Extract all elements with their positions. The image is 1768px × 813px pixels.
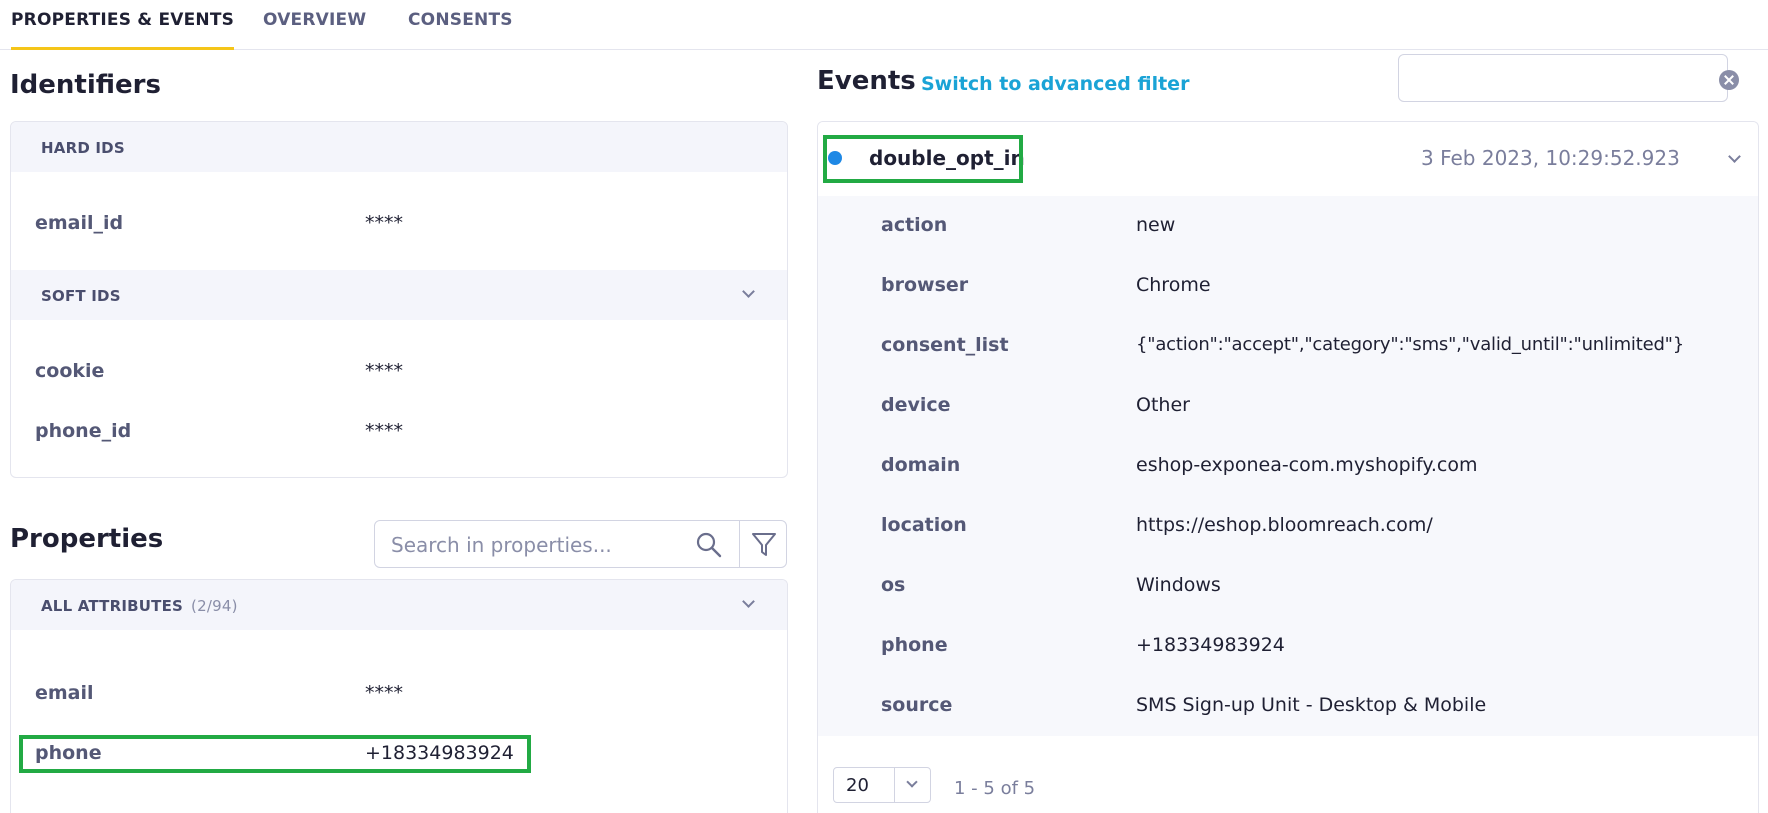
identifier-value-email-id: **** <box>365 212 403 234</box>
page-size-select[interactable]: 20 <box>833 767 931 803</box>
events-title: Events <box>817 66 916 96</box>
tab-overview[interactable]: OVERVIEW <box>263 10 366 50</box>
filter-icon <box>752 533 776 556</box>
event-attr-value-domain: eshop-exponea-com.myshopify.com <box>1136 454 1478 476</box>
event-attr-value-phone: +18334983924 <box>1136 634 1285 656</box>
tab-consents[interactable]: CONSENTS <box>408 10 513 50</box>
event-name-highlight <box>823 135 1023 183</box>
event-attr-value-action: new <box>1136 214 1176 236</box>
event-attr-value-consent-list: {"action":"accept","category":"sms","val… <box>1136 334 1685 355</box>
event-attr-key-domain: domain <box>881 454 961 476</box>
all-attributes-label: ALL ATTRIBUTES (2/94) <box>41 597 238 615</box>
identifier-key-cookie: cookie <box>35 360 105 382</box>
identifier-value-cookie: **** <box>365 360 403 382</box>
identifier-key-email-id: email_id <box>35 212 124 234</box>
page-size-value: 20 <box>846 775 869 796</box>
tab-properties-events[interactable]: PROPERTIES & EVENTS <box>11 10 235 50</box>
properties-title: Properties <box>10 524 164 554</box>
properties-filter-button[interactable] <box>739 520 787 568</box>
event-attr-value-location: https://eshop.bloomreach.com/ <box>1136 514 1433 536</box>
all-attributes-header[interactable]: ALL ATTRIBUTES (2/94) <box>11 580 787 630</box>
event-attr-value-browser: Chrome <box>1136 274 1211 296</box>
identifier-value-phone-id: **** <box>365 420 403 442</box>
pagination-range: 1 - 5 of 5 <box>954 778 1036 799</box>
identifiers-title: Identifiers <box>10 70 161 100</box>
page-size-divider <box>894 768 895 802</box>
event-attr-key-os: os <box>881 574 906 596</box>
properties-search-input[interactable] <box>391 531 691 559</box>
tab-bar: PROPERTIES & EVENTS OVERVIEW CONSENTS <box>0 0 1768 50</box>
hard-ids-header: HARD IDS <box>11 122 787 172</box>
all-attributes-count: (2/94) <box>191 597 238 615</box>
event-attr-key-source: source <box>881 694 953 716</box>
property-value-email: **** <box>365 682 403 704</box>
hard-ids-label: HARD IDS <box>41 139 125 157</box>
event-attr-value-device: Other <box>1136 394 1190 416</box>
event-attr-value-source: SMS Sign-up Unit - Desktop & Mobile <box>1136 694 1487 716</box>
chevron-down-icon <box>906 776 918 788</box>
events-search-input[interactable] <box>1411 65 1671 93</box>
all-attributes-text: ALL ATTRIBUTES <box>41 597 184 615</box>
chevron-down-icon[interactable] <box>1728 150 1741 163</box>
search-icon[interactable] <box>695 531 723 559</box>
identifier-key-phone-id: phone_id <box>35 420 132 442</box>
chevron-down-icon <box>742 285 755 298</box>
event-attr-key-consent-list: consent_list <box>881 334 1009 356</box>
chevron-down-icon <box>742 595 755 608</box>
event-attr-key-location: location <box>881 514 967 536</box>
advanced-filter-link[interactable]: Switch to advanced filter <box>921 73 1189 95</box>
properties-search <box>374 520 740 568</box>
event-timestamp: 3 Feb 2023, 10:29:52.923 <box>1421 146 1680 170</box>
identifiers-card: HARD IDS email_id **** SOFT IDS cookie *… <box>10 121 788 478</box>
event-attr-key-browser: browser <box>881 274 969 296</box>
clear-icon[interactable] <box>1719 70 1739 90</box>
phone-property-highlight <box>19 735 531 773</box>
event-attr-key-action: action <box>881 214 948 236</box>
event-attr-key-phone: phone <box>881 634 948 656</box>
soft-ids-header[interactable]: SOFT IDS <box>11 270 787 320</box>
soft-ids-label: SOFT IDS <box>41 287 121 305</box>
event-attr-value-os: Windows <box>1136 574 1221 596</box>
event-attr-key-device: device <box>881 394 951 416</box>
properties-card: ALL ATTRIBUTES (2/94) email **** phone +1… <box>10 579 788 813</box>
property-key-email: email <box>35 682 94 704</box>
events-search <box>1398 54 1739 102</box>
